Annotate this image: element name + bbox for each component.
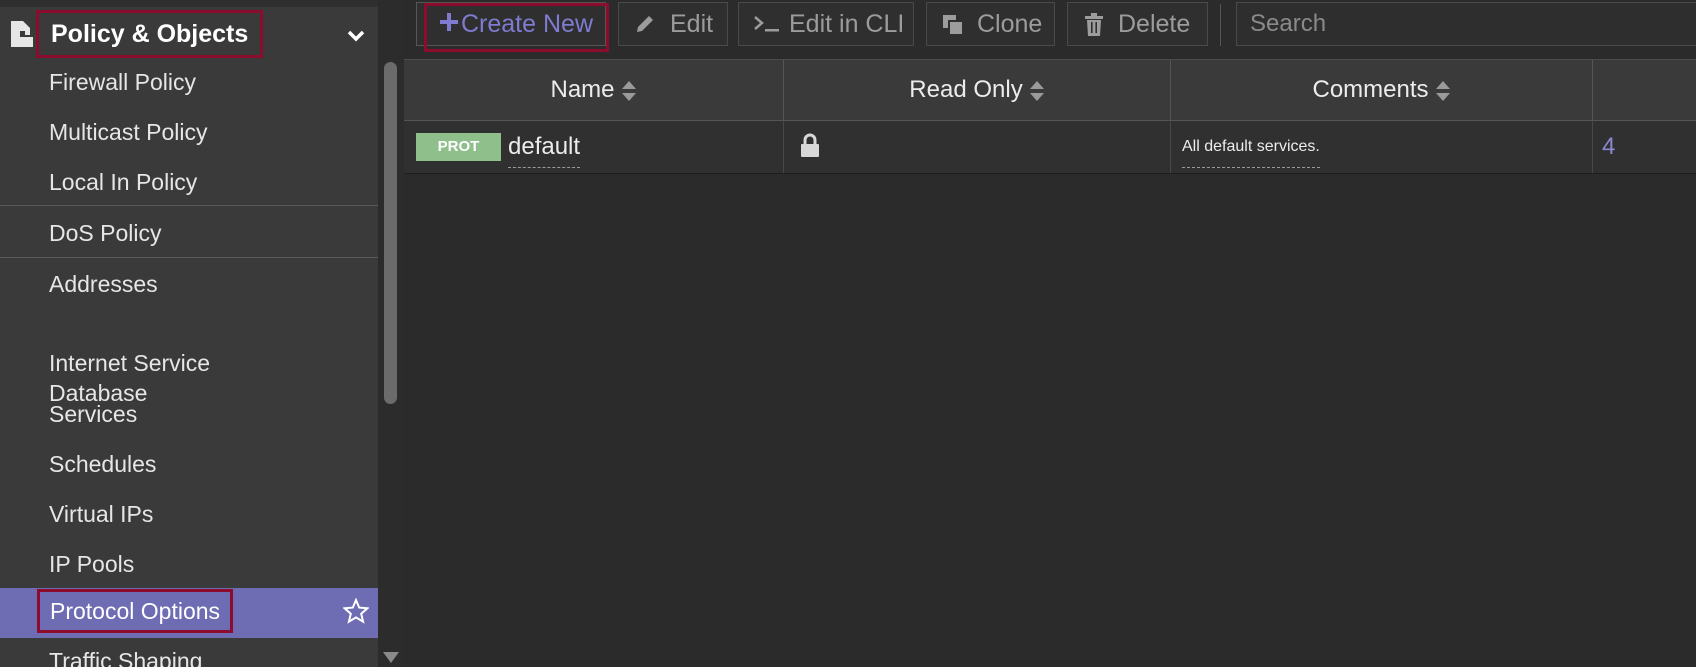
- clone-icon: [943, 15, 964, 36]
- sidebar-item-internet-service-database[interactable]: Internet Service Database: [0, 318, 378, 406]
- sort-icon: [1029, 80, 1044, 101]
- edit-in-cli-label: Edit in CLI: [789, 10, 905, 38]
- pencil-icon: [637, 16, 653, 32]
- policy-objects-section-header[interactable]: Policy & Objects: [0, 7, 378, 58]
- sidebar-item-traffic-shaping[interactable]: Traffic Shaping: [0, 646, 378, 667]
- table-header: Name Read Only Comments: [404, 59, 1696, 121]
- sidebar-item-label: Firewall Policy: [49, 69, 196, 95]
- sidebar-item-dos-policy[interactable]: DoS Policy: [0, 209, 378, 257]
- sidebar-item-local-in-policy[interactable]: Local In Policy: [0, 158, 378, 206]
- sidebar-item-label: Traffic Shaping: [49, 648, 203, 667]
- sort-icon: [1435, 80, 1450, 101]
- table-row[interactable]: PROT default All default services. 4: [404, 121, 1696, 174]
- clone-button[interactable]: Clone: [926, 2, 1055, 46]
- lock-icon: [801, 133, 819, 157]
- sidebar-item-services[interactable]: Services: [0, 390, 378, 438]
- main-content: Create New Edit Edit in CLI Clone Delete…: [404, 0, 1696, 667]
- sidebar-item-label: Protocol Options: [37, 589, 234, 633]
- divider: [0, 205, 378, 206]
- sidebar-item-ip-pools[interactable]: IP Pools: [0, 540, 378, 588]
- star-icon[interactable]: [343, 598, 369, 624]
- cell-name: PROT default: [404, 121, 784, 173]
- sidebar-item-multicast-policy[interactable]: Multicast Policy: [0, 108, 378, 156]
- cell-read-only: [784, 121, 1171, 173]
- profile-name-link[interactable]: default: [508, 127, 581, 168]
- search-input[interactable]: Search: [1236, 2, 1696, 46]
- toolbar: Create New Edit Edit in CLI Clone Delete…: [404, 0, 1696, 58]
- toolbar-divider: [1220, 4, 1221, 46]
- sidebar-item-label: IP Pools: [49, 551, 135, 577]
- column-header-name[interactable]: Name: [404, 60, 784, 120]
- divider: [0, 257, 378, 258]
- column-header-comments[interactable]: Comments: [1171, 60, 1593, 120]
- delete-button[interactable]: Delete: [1067, 2, 1208, 46]
- sidebar-item-label: Multicast Policy: [49, 119, 208, 145]
- document-icon: [11, 21, 33, 47]
- sidebar-scrollbar-thumb[interactable]: [384, 62, 397, 404]
- terminal-icon: [754, 16, 779, 32]
- sort-icon: [621, 80, 636, 101]
- sidebar-item-virtual-ips[interactable]: Virtual IPs: [0, 490, 378, 538]
- sidebar-item-protocol-options[interactable]: Protocol Options: [0, 588, 378, 638]
- ref-count-link[interactable]: 4: [1602, 121, 1615, 173]
- comment-link[interactable]: All default services.: [1182, 127, 1320, 168]
- sidebar-item-addresses[interactable]: Addresses: [0, 260, 378, 308]
- column-header-label: Name: [550, 76, 615, 103]
- clone-label: Clone: [977, 10, 1043, 38]
- sidebar-item-label: Addresses: [49, 271, 158, 297]
- sidebar-item-label: Local In Policy: [49, 169, 198, 195]
- sidebar-item-label: Virtual IPs: [49, 501, 154, 527]
- chevron-down-icon[interactable]: [346, 29, 366, 43]
- edit-label: Edit: [670, 10, 714, 38]
- create-new-highlight: [424, 3, 609, 52]
- edit-in-cli-button[interactable]: Edit in CLI: [738, 2, 914, 46]
- sidebar: Policy & Objects Firewall Policy Multica…: [0, 0, 378, 667]
- column-header-label: Comments: [1312, 76, 1429, 103]
- sidebar-item-label: Services: [49, 401, 138, 427]
- column-header-label: Read Only: [909, 76, 1023, 103]
- sidebar-item-label: Schedules: [49, 451, 157, 477]
- sidebar-item-label: DoS Policy: [49, 220, 162, 246]
- sidebar-item-firewall-policy[interactable]: Firewall Policy: [0, 60, 378, 108]
- edit-button[interactable]: Edit: [618, 2, 728, 46]
- column-header-ref[interactable]: [1593, 60, 1696, 120]
- scroll-down-arrow-icon[interactable]: [383, 652, 399, 663]
- prot-badge: PROT: [416, 133, 501, 161]
- column-header-read-only[interactable]: Read Only: [784, 60, 1171, 120]
- delete-label: Delete: [1118, 10, 1191, 38]
- sidebar-item-schedules[interactable]: Schedules: [0, 440, 378, 488]
- trash-icon: [1085, 13, 1103, 36]
- sidebar-top-strip: [0, 0, 378, 7]
- section-title: Policy & Objects: [36, 10, 264, 58]
